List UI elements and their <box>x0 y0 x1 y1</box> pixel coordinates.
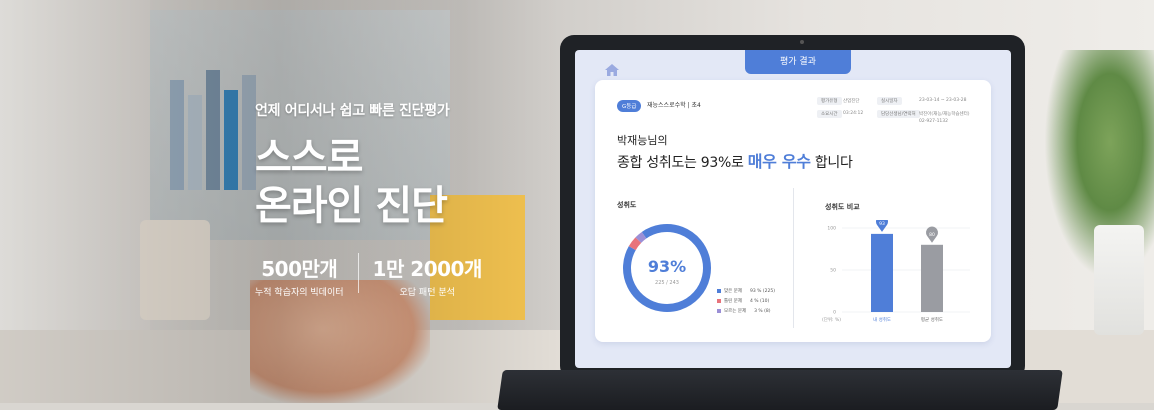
info-label: 평가유형 <box>817 97 842 105</box>
bar-chart: 100 50 0(단위: %) 93 내 성취도 80 평균 성취도 <box>822 220 970 323</box>
laptop-keyboard <box>497 370 1063 410</box>
info-value: 03:24:12 <box>843 111 864 116</box>
info-value: 산업진단 <box>843 99 860 104</box>
legend-label: 틀린 문제 <box>724 299 742 304</box>
legend-row: 모르는 문제 3 % (8) <box>717 308 775 314</box>
y-tick-label: 0 <box>833 310 836 316</box>
donut-unknown-arc <box>635 231 647 243</box>
result-emphasis: 매우 우수 <box>747 152 811 171</box>
stat-caption: 누적 학습자의 빅데이터 <box>255 288 344 298</box>
result-card: G등급 재능스스로수학 | 초4 평가유형 산업진단 실시일자 23-03-14… <box>595 80 991 342</box>
stat-value: 500만개 <box>261 257 338 281</box>
donut-wrong-arc <box>628 237 642 251</box>
result-summary: 종합 성취도는 93%로 매우 우수 합니다 <box>617 148 853 172</box>
legend-swatch <box>717 289 721 293</box>
donut-count: 225 / 243 <box>655 280 679 286</box>
x-category-label: 평균 성취도 <box>921 316 943 323</box>
donut-legend: 맞은 문제 93 % (225) 틀린 문제 4 % (10) 모르는 문제 3 % … <box>717 288 775 318</box>
hero-copy: 언제 어디서나 쉽고 빠른 진단평가 스스로 온라인 진단 <box>255 100 450 230</box>
result-suffix: 합니다 <box>810 155 853 171</box>
laptop-screen: 평가 결과 G등급 재능스스로수학 | 초4 평가유형 산업진단 실시일자 23… <box>575 50 1011 368</box>
y-axis-label: (단위: %) <box>822 316 841 323</box>
x-category-label: 내 성취도 <box>873 316 891 323</box>
legend-row: 맞은 문제 93 % (225) <box>717 288 775 294</box>
compare-title: 성취도 비교 <box>825 203 860 211</box>
achievement-title: 성취도 <box>617 201 637 209</box>
home-icon[interactable] <box>605 64 619 76</box>
y-tick-label: 100 <box>827 226 836 232</box>
stat-divider <box>357 253 359 293</box>
y-tick-label: 50 <box>830 268 836 274</box>
bar <box>871 233 893 312</box>
info-label: 소요시간 <box>817 110 842 118</box>
legend-row: 틀린 문제 4 % (10) <box>717 298 775 304</box>
hero-stats: 500만개 누적 학습자의 빅데이터 1만 2000개 오답 패턴 분석 <box>255 253 482 298</box>
hero-headline: 스스로 온라인 진단 <box>255 134 449 230</box>
section-divider <box>793 188 794 328</box>
info-value: 박진아(재능/재능학습센터) <box>919 112 970 117</box>
info-value: 23-03-14 ~ 23-03-28 <box>919 98 967 103</box>
grade-badge: G등급 <box>617 100 642 112</box>
stat-patterns: 1만 2000개 오답 패턴 분석 <box>372 253 483 298</box>
headline-line1: 스스로 <box>255 135 363 181</box>
hero-subtitle: 언제 어디서나 쉽고 빠른 진단평가 <box>255 103 450 119</box>
result-prefix: 종합 성취도는 93%로 <box>617 155 748 171</box>
donut-percent: 93% <box>648 257 686 276</box>
legend-value: 4 % (10) <box>750 298 770 304</box>
tab-result[interactable]: 평가 결과 <box>745 50 851 74</box>
course-name: 재능스스로수학 | 초4 <box>647 102 701 109</box>
bar-marker-label: 93 <box>879 221 885 227</box>
headline-line2: 온라인 진단 <box>255 183 448 229</box>
bar-marker-label: 80 <box>929 232 935 238</box>
webcam <box>800 40 804 44</box>
donut-chart: 93% 225 / 243 <box>623 224 711 312</box>
bar <box>921 244 943 312</box>
legend-swatch <box>717 309 721 313</box>
legend-label: 맞은 문제 <box>724 289 742 294</box>
stat-value: 1만 2000개 <box>372 257 483 281</box>
legend-label: 모르는 문제 <box>724 309 747 314</box>
legend-swatch <box>717 299 721 303</box>
info-label: 실시일자 <box>877 97 902 105</box>
legend-value: 3 % (8) <box>754 308 771 314</box>
info-phone: 02-927-1132 <box>919 119 949 124</box>
info-label: 담당선생님/연락처 <box>877 110 920 118</box>
stat-caption: 오답 패턴 분석 <box>399 288 455 298</box>
legend-value: 93 % (225) <box>750 288 775 294</box>
vase <box>1094 225 1144 335</box>
student-name: 박재능님의 <box>617 134 668 147</box>
stat-learners: 500만개 누적 학습자의 빅데이터 <box>255 253 344 298</box>
